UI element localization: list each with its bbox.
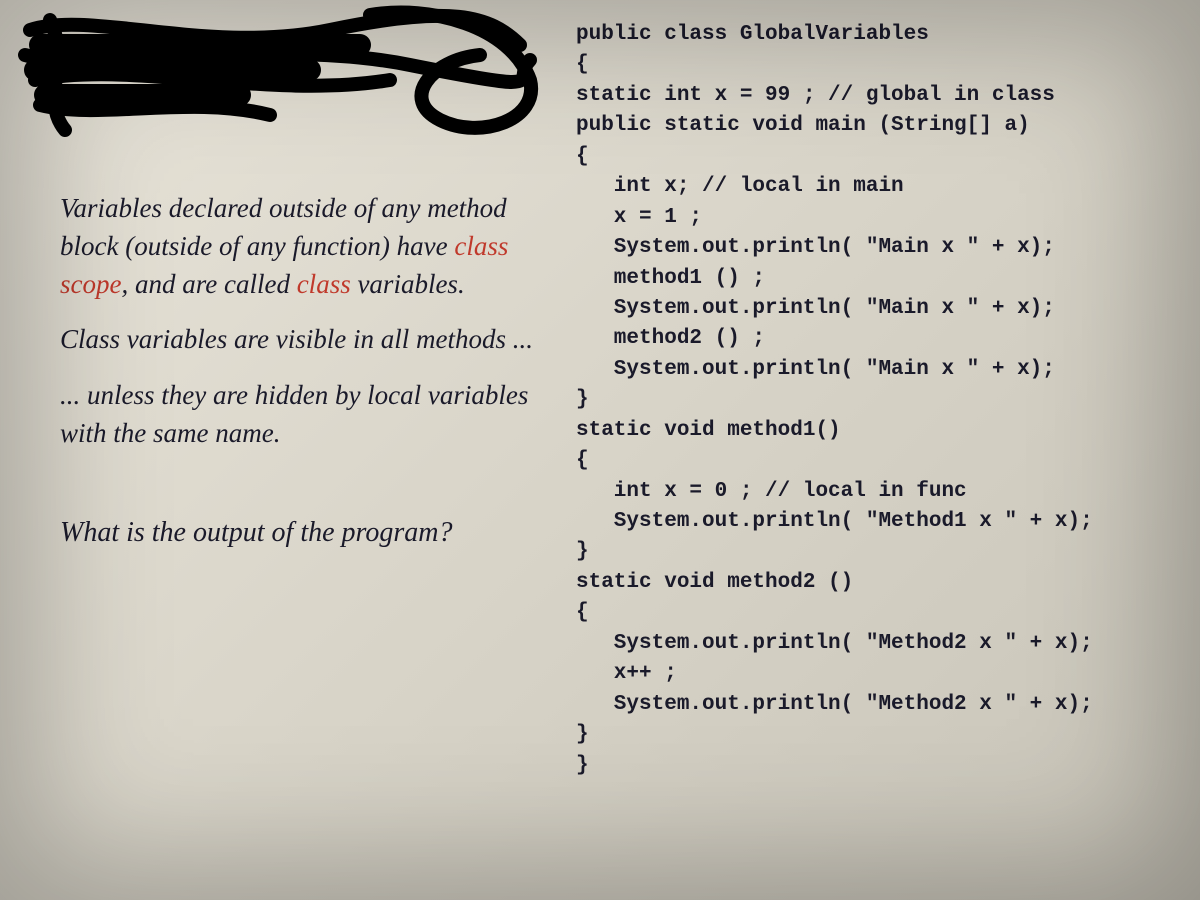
code-line: x = 1 ; xyxy=(576,203,1190,233)
text-fragment: variables. xyxy=(351,269,465,299)
code-line: int x = 0 ; // local in func xyxy=(576,477,1190,507)
code-line: method1 () ; xyxy=(576,264,1190,294)
text-fragment: , and are called xyxy=(121,269,296,299)
code-line: method2 () ; xyxy=(576,324,1190,354)
code-line: } xyxy=(576,537,1190,567)
code-line: static void method1() xyxy=(576,416,1190,446)
code-line: System.out.println( "Method2 x " + x); xyxy=(576,690,1190,720)
code-line: { xyxy=(576,142,1190,172)
explanation-text: Variables declared outside of any method… xyxy=(60,190,546,453)
explain-paragraph-1: Variables declared outside of any method… xyxy=(60,190,546,303)
left-column: Variables declared outside of any method… xyxy=(0,0,576,900)
code-line: } xyxy=(576,385,1190,415)
code-line: { xyxy=(576,598,1190,628)
highlight-class: class xyxy=(297,269,351,299)
text-fragment: Variables declared outside of any method… xyxy=(60,193,507,261)
code-line: x++ ; xyxy=(576,659,1190,689)
code-line: System.out.println( "Main x " + x); xyxy=(576,233,1190,263)
code-line: System.out.println( "Main x " + x); xyxy=(576,294,1190,324)
code-line: System.out.println( "Method2 x " + x); xyxy=(576,629,1190,659)
code-line: int x; // local in main xyxy=(576,172,1190,202)
code-line: public class GlobalVariables xyxy=(576,20,1190,50)
code-line: } xyxy=(576,720,1190,750)
code-line: { xyxy=(576,446,1190,476)
explain-paragraph-2: Class variables are visible in all metho… xyxy=(60,321,546,359)
code-block: public class GlobalVariables{static int … xyxy=(576,0,1200,900)
question-text: What is the output of the program? xyxy=(60,513,546,552)
explain-paragraph-3: ... unless they are hidden by local vari… xyxy=(60,377,546,453)
code-line: System.out.println( "Method1 x " + x); xyxy=(576,507,1190,537)
code-line: System.out.println( "Main x " + x); xyxy=(576,355,1190,385)
code-line: { xyxy=(576,50,1190,80)
slide-root: Variables declared outside of any method… xyxy=(0,0,1200,900)
code-line: static int x = 99 ; // global in class xyxy=(576,81,1190,111)
code-line: } xyxy=(576,751,1190,781)
redaction-scribble xyxy=(10,0,540,150)
code-line: public static void main (String[] a) xyxy=(576,111,1190,141)
code-line: static void method2 () xyxy=(576,568,1190,598)
